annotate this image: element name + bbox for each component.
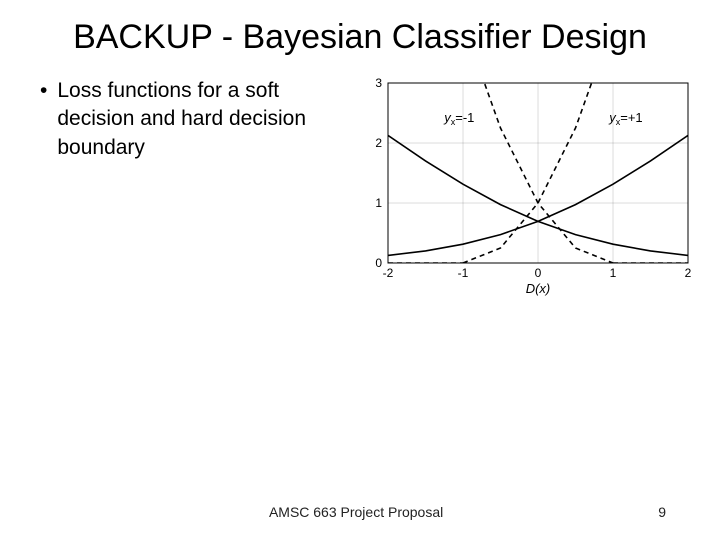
- svg-text:-1: -1: [458, 266, 469, 280]
- svg-text:0: 0: [375, 256, 382, 270]
- svg-text:-2: -2: [383, 266, 394, 280]
- svg-text:1: 1: [610, 266, 617, 280]
- svg-text:yx=-1: yx=-1: [443, 110, 474, 127]
- slide-title: BACKUP - Bayesian Classifier Design: [40, 18, 680, 57]
- bullet-marker: •: [40, 77, 47, 162]
- page-number: 9: [658, 504, 666, 520]
- svg-text:yx=+1: yx=+1: [608, 110, 642, 127]
- svg-text:2: 2: [375, 136, 382, 150]
- footer-text: AMSC 663 Project Proposal: [269, 504, 443, 520]
- bullet-text: Loss functions for a soft decision and h…: [57, 77, 340, 162]
- svg-text:3: 3: [375, 77, 382, 90]
- bullet-block: • Loss functions for a soft decision and…: [40, 77, 340, 162]
- svg-text:D(x): D(x): [526, 281, 551, 296]
- svg-text:0: 0: [535, 266, 542, 280]
- svg-text:2: 2: [685, 266, 692, 280]
- loss-chart: -2 -1 0 1 2 0 1 2 3 D(x) yx=-1 yx=+1: [358, 77, 698, 297]
- svg-text:1: 1: [375, 196, 382, 210]
